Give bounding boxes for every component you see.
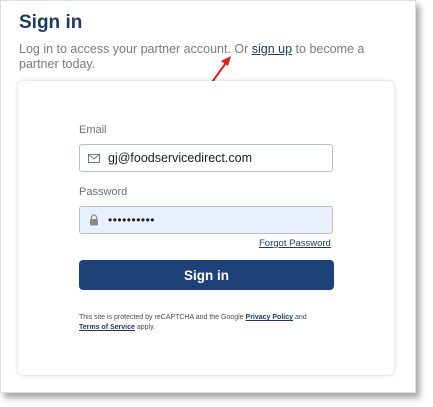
forgot-password-link[interactable]: Forgot Password xyxy=(259,238,331,249)
sign-in-button[interactable]: Sign in xyxy=(79,260,334,290)
page-frame: Sign in Log in to access your partner ac… xyxy=(0,0,416,393)
page-title: Sign in xyxy=(19,12,83,33)
password-label: Password xyxy=(79,186,128,198)
email-value: gj@foodservicedirect.com xyxy=(108,151,252,165)
recaptcha-notice: This site is protected by reCAPTCHA and … xyxy=(79,313,339,333)
email-field[interactable]: gj@foodservicedirect.com xyxy=(79,144,333,172)
email-label: Email xyxy=(79,124,107,136)
legal-text-middle: and xyxy=(293,314,307,321)
password-value: •••••••••• xyxy=(108,213,156,227)
terms-of-service-link[interactable]: Terms of Service xyxy=(79,324,135,331)
legal-text-start: This site is protected by reCAPTCHA and … xyxy=(79,314,246,321)
privacy-policy-link[interactable]: Privacy Policy xyxy=(246,314,293,321)
password-field[interactable]: •••••••••• xyxy=(79,206,333,234)
lock-icon xyxy=(80,214,108,226)
sign-up-link[interactable]: sign up xyxy=(252,42,292,56)
envelope-icon xyxy=(80,153,108,163)
legal-text-end: apply. xyxy=(134,324,156,331)
